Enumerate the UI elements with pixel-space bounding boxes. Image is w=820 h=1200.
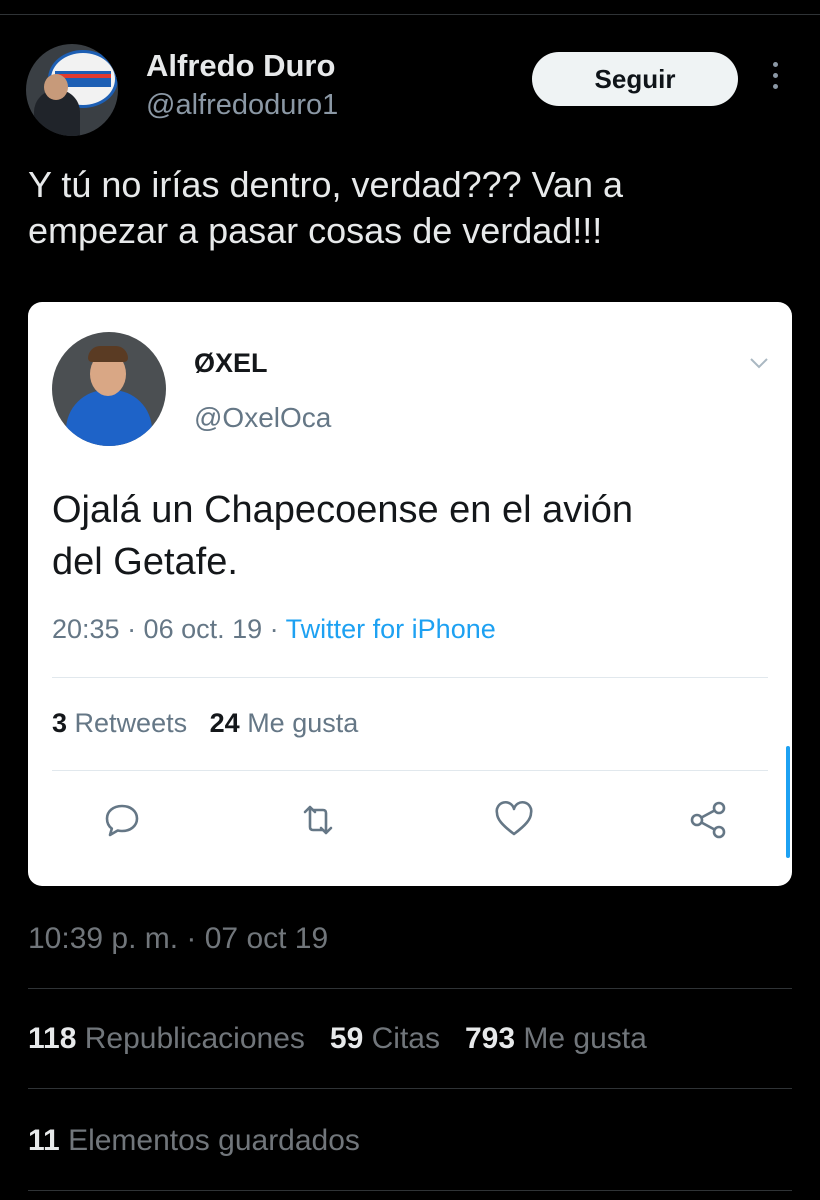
- tweet-timestamp[interactable]: 10:39 p. m. · 07 oct 19: [28, 922, 328, 956]
- quoted-retweets-label: Retweets: [74, 708, 188, 738]
- quoted-name: ØXEL: [194, 348, 268, 378]
- quotes-label: Citas: [371, 1022, 440, 1055]
- reposts-stat[interactable]: 118 Republicaciones: [28, 1022, 305, 1055]
- likes-count: 793: [465, 1022, 516, 1055]
- reposts-count: 118: [28, 1022, 77, 1055]
- retweet-icon: [303, 805, 333, 835]
- quoted-text-line: del Getafe.: [52, 541, 238, 583]
- quoted-source: Twitter for iPhone: [285, 614, 496, 644]
- more-options-icon[interactable]: [765, 62, 785, 102]
- top-divider: [0, 14, 820, 15]
- likes-stat[interactable]: 793 Me gusta: [465, 1022, 647, 1055]
- bookmarks-count: 11: [28, 1124, 60, 1157]
- divider: [28, 988, 792, 989]
- tweet-text-line: empezar a pasar cosas de verdad!!!: [28, 210, 603, 251]
- engagement-stats: 118 Republicaciones 59 Citas 793 Me gust…: [28, 1022, 647, 1056]
- tweet-text-line: Y tú no irías dentro, verdad??? Van a: [28, 164, 624, 205]
- heart-icon: [495, 800, 533, 836]
- bookmarks-stat[interactable]: 11 Elementos guardados: [28, 1124, 360, 1158]
- quoted-time: 20:35 · 06 oct. 19 ·: [52, 614, 286, 644]
- author-avatar[interactable]: [26, 44, 118, 136]
- bookmarks-label: Elementos guardados: [68, 1124, 360, 1157]
- quotes-count: 59: [329, 1022, 364, 1055]
- quoted-action-bar: [100, 798, 740, 844]
- divider: [28, 1190, 792, 1191]
- quoted-stats: 3 Retweets 24 Me gusta: [52, 708, 358, 739]
- quoted-likes-label: Me gusta: [247, 708, 359, 738]
- share-icon: [690, 801, 726, 839]
- reply-icon: [105, 804, 139, 837]
- attached-screenshot-image[interactable]: ØXEL @OxelOca Ojalá un Chapecoense en el…: [28, 302, 792, 886]
- divider: [28, 1088, 792, 1089]
- quoted-likes-count: 24: [209, 708, 240, 738]
- quoted-text-line: Ojalá un Chapecoense en el avión: [52, 489, 633, 531]
- scroll-indicator: [786, 746, 790, 858]
- likes-label: Me gusta: [523, 1022, 647, 1055]
- divider: [52, 677, 768, 678]
- reposts-label: Republicaciones: [84, 1022, 305, 1055]
- tweet-text: Y tú no irías dentro, verdad??? Van a em…: [28, 162, 788, 254]
- follow-button[interactable]: Seguir: [532, 52, 738, 106]
- quoted-retweets-count: 3: [52, 708, 68, 738]
- quoted-avatar: [52, 332, 166, 446]
- quoted-text: Ojalá un Chapecoense en el avión del Get…: [52, 484, 772, 588]
- quotes-stat[interactable]: 59 Citas: [330, 1022, 440, 1055]
- quoted-timestamp: 20:35 · 06 oct. 19 · Twitter for iPhone: [52, 614, 496, 645]
- divider: [52, 770, 768, 771]
- chevron-down-icon: [750, 358, 768, 369]
- author-handle[interactable]: @alfredoduro1: [146, 89, 338, 122]
- author-name[interactable]: Alfredo Duro: [146, 48, 335, 84]
- quoted-handle: @OxelOca: [194, 402, 332, 433]
